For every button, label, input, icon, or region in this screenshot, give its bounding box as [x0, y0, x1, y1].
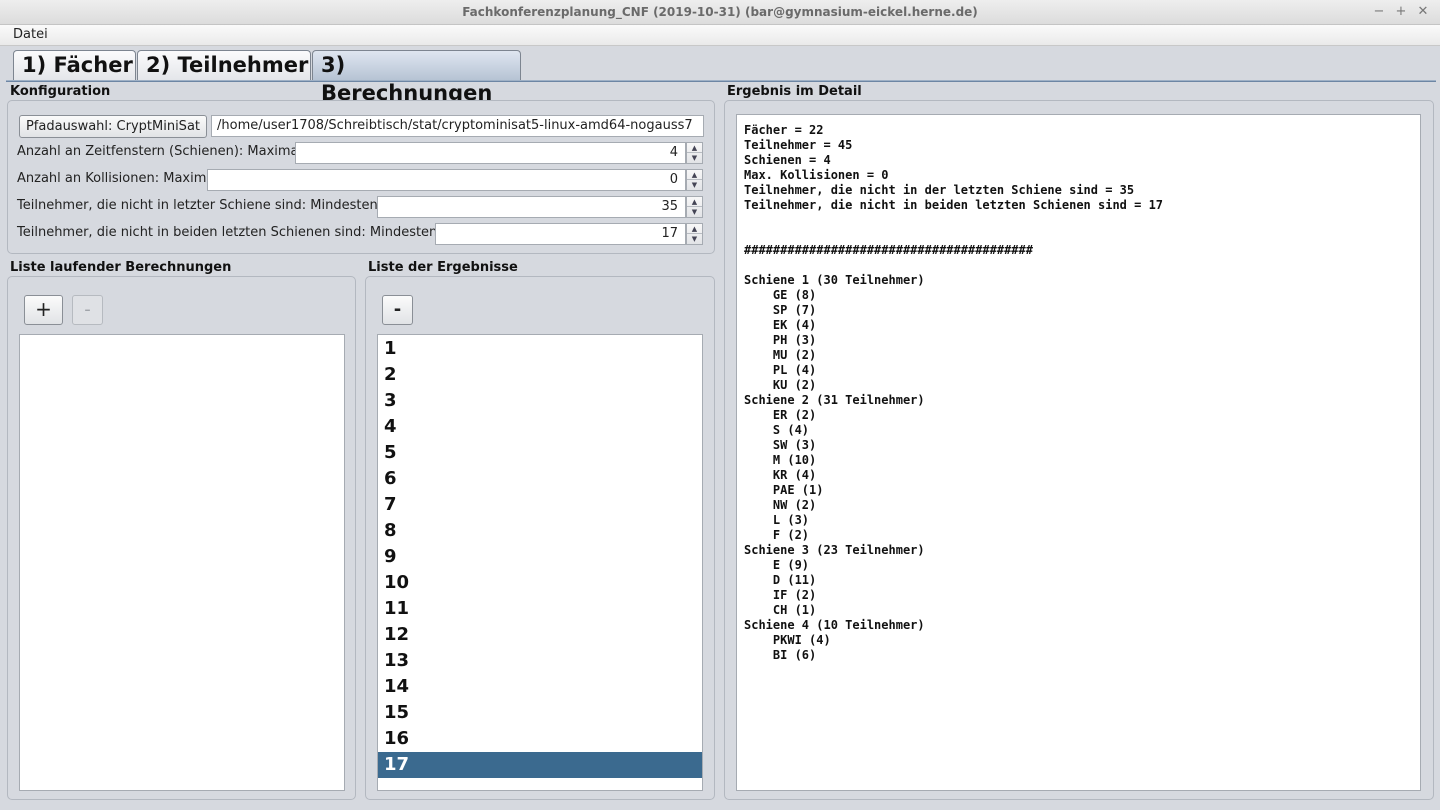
result-item[interactable]: 15: [378, 700, 702, 726]
running-title: Liste laufender Berechnungen: [10, 260, 232, 275]
result-item[interactable]: 16: [378, 726, 702, 752]
max-kollisionen-spin-buttons[interactable]: ▲ ▼: [686, 169, 703, 191]
spin-down-icon[interactable]: ▼: [687, 153, 702, 163]
max-schienen-spinner[interactable]: 4: [295, 142, 686, 164]
spin-up-icon[interactable]: ▲: [687, 170, 702, 180]
maximize-icon[interactable]: +: [1392, 3, 1410, 21]
tab-divider: [6, 80, 1436, 82]
spin-up-icon[interactable]: ▲: [687, 224, 702, 234]
tab-faecher[interactable]: 1) Fächer: [13, 50, 136, 80]
result-item[interactable]: 2: [378, 362, 702, 388]
remove-calculation-button[interactable]: -: [72, 295, 103, 325]
min-nicht-beide-spin-buttons[interactable]: ▲ ▼: [686, 223, 703, 245]
remove-result-button[interactable]: -: [382, 295, 413, 325]
result-item[interactable]: 11: [378, 596, 702, 622]
results-list[interactable]: 1 2 3 4 5 6 7 8 9 10 11 12 13 14 15 16 17: [377, 334, 703, 791]
result-item[interactable]: 3: [378, 388, 702, 414]
running-list[interactable]: [19, 334, 345, 791]
config-title: Konfiguration: [10, 84, 111, 99]
spin-down-icon[interactable]: ▼: [687, 207, 702, 217]
min-nicht-beide-label: Teilnehmer, die nicht in beiden letzten …: [17, 225, 445, 240]
result-item[interactable]: 8: [378, 518, 702, 544]
window-titlebar: Fachkonferenzplanung_CNF (2019-10-31) (b…: [0, 0, 1440, 25]
result-item[interactable]: 6: [378, 466, 702, 492]
result-item[interactable]: 13: [378, 648, 702, 674]
min-nicht-letzte-spinner[interactable]: 35: [377, 196, 686, 218]
path-input[interactable]: /home/user1708/Schreibtisch/stat/cryptom…: [211, 115, 704, 137]
detail-text: Fächer = 22 Teilnehmer = 45 Schienen = 4…: [744, 123, 1164, 662]
spin-up-icon[interactable]: ▲: [687, 197, 702, 207]
max-kollisionen-spinner[interactable]: 0: [207, 169, 686, 191]
result-item[interactable]: 10: [378, 570, 702, 596]
result-item[interactable]: 12: [378, 622, 702, 648]
window-title: Fachkonferenzplanung_CNF (2019-10-31) (b…: [462, 5, 978, 19]
result-item[interactable]: 14: [378, 674, 702, 700]
result-item[interactable]: 9: [378, 544, 702, 570]
min-nicht-beide-spinner[interactable]: 17: [435, 223, 686, 245]
path-select-button[interactable]: Pfadauswahl: CryptMiniSat: [19, 115, 207, 138]
max-kollisionen-label: Anzahl an Kollisionen: Maximal: [17, 171, 218, 186]
menu-bar: Datei: [0, 25, 1440, 46]
result-item[interactable]: 4: [378, 414, 702, 440]
detail-text-area[interactable]: Fächer = 22 Teilnehmer = 45 Schienen = 4…: [736, 114, 1421, 791]
spin-up-icon[interactable]: ▲: [687, 143, 702, 153]
spin-down-icon[interactable]: ▼: [687, 234, 702, 244]
max-schienen-spin-buttons[interactable]: ▲ ▼: [686, 142, 703, 164]
menu-file[interactable]: Datei: [13, 27, 48, 42]
tab-teilnehmer[interactable]: 2) Teilnehmer: [137, 50, 311, 80]
results-title: Liste der Ergebnisse: [368, 260, 518, 275]
tab-berechnungen[interactable]: 3) Berechnungen: [312, 50, 521, 105]
result-item[interactable]: 5: [378, 440, 702, 466]
add-calculation-button[interactable]: +: [24, 295, 63, 325]
result-item[interactable]: 7: [378, 492, 702, 518]
result-item[interactable]: 1: [378, 336, 702, 362]
min-nicht-letzte-spin-buttons[interactable]: ▲ ▼: [686, 196, 703, 218]
detail-title: Ergebnis im Detail: [727, 84, 862, 99]
result-item[interactable]: 17: [378, 752, 702, 778]
spin-down-icon[interactable]: ▼: [687, 180, 702, 190]
close-icon[interactable]: ✕: [1414, 3, 1432, 21]
max-schienen-label: Anzahl an Zeitfenstern (Schienen): Maxim…: [17, 144, 303, 159]
minimize-icon[interactable]: −: [1370, 3, 1388, 21]
min-nicht-letzte-label: Teilnehmer, die nicht in letzter Schiene…: [17, 198, 385, 213]
